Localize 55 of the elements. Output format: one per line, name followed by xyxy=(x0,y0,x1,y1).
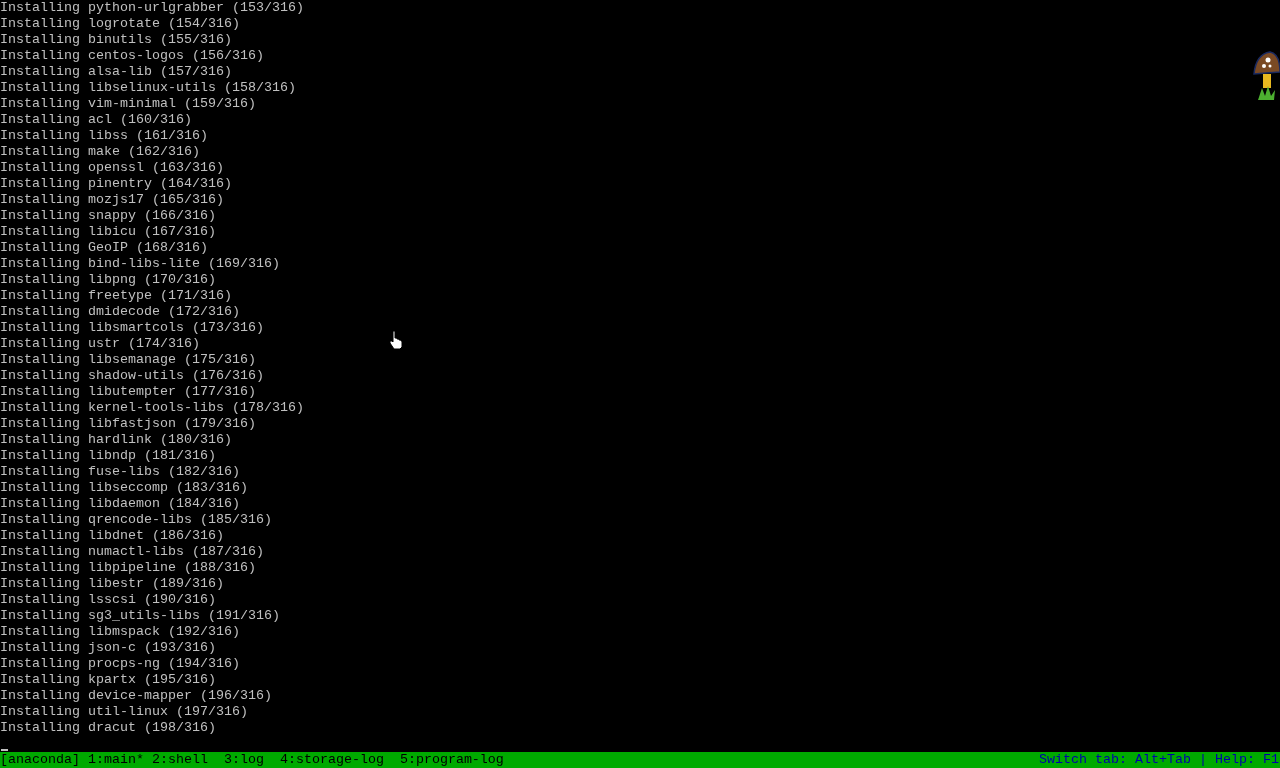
hand-cursor-icon xyxy=(389,330,403,350)
terminal-line: Installing numactl-libs (187/316) xyxy=(0,544,264,560)
terminal-line: Installing mozjs17 (165/316) xyxy=(0,192,224,208)
terminal-line: Installing bind-libs-lite (169/316) xyxy=(0,256,280,272)
terminal-line: Installing libdnet (186/316) xyxy=(0,528,224,544)
terminal-line: Installing pinentry (164/316) xyxy=(0,176,232,192)
window-tab[interactable]: 2:shell xyxy=(151,752,208,768)
terminal-line: Installing fuse-libs (182/316) xyxy=(0,464,240,480)
terminal-line: Installing libss (161/316) xyxy=(0,128,208,144)
terminal-line: Installing GeoIP (168/316) xyxy=(0,240,208,256)
terminal-line: Installing dracut (198/316) xyxy=(0,720,216,736)
terminal-line: Installing util-linux (197/316) xyxy=(0,704,248,720)
terminal-line: Installing libutempter (177/316) xyxy=(0,384,256,400)
terminal-line: Installing acl (160/316) xyxy=(0,112,192,128)
terminal-line: Installing libfastjson (179/316) xyxy=(0,416,256,432)
terminal-line: Installing libpipeline (188/316) xyxy=(0,560,256,576)
terminal-line: Installing libmspack (192/316) xyxy=(0,624,240,640)
text-cursor xyxy=(1,749,8,751)
window-tab[interactable]: 3:log xyxy=(223,752,264,768)
terminal-line: Installing openssl (163/316) xyxy=(0,160,224,176)
terminal-line: Installing libsmartcols (173/316) xyxy=(0,320,264,336)
terminal-line: Installing libpng (170/316) xyxy=(0,272,216,288)
terminal-line: Installing qrencode-libs (185/316) xyxy=(0,512,272,528)
terminal-line: Installing device-mapper (196/316) xyxy=(0,688,272,704)
terminal-line: Installing procps-ng (194/316) xyxy=(0,656,240,672)
terminal-line: Installing kpartx (195/316) xyxy=(0,672,216,688)
terminal-line: Installing libselinux-utils (158/316) xyxy=(0,80,296,96)
terminal-line: Installing centos-logos (156/316) xyxy=(0,48,264,64)
help-text: Switch tab: Alt+Tab | Help: F1 xyxy=(1039,752,1280,768)
terminal-line: Installing lsscsi (190/316) xyxy=(0,592,216,608)
window-tab[interactable]: 5:program-log xyxy=(399,752,504,768)
terminal-line: Installing libseccomp (183/316) xyxy=(0,480,248,496)
window-tab[interactable]: 1:main* xyxy=(87,752,144,768)
terminal-line: Installing alsa-lib (157/316) xyxy=(0,64,232,80)
terminal-line: Installing kernel-tools-libs (178/316) xyxy=(0,400,304,416)
terminal-line: Installing json-c (193/316) xyxy=(0,640,216,656)
terminal-line: Installing snappy (166/316) xyxy=(0,208,216,224)
terminal-line: Installing logrotate (154/316) xyxy=(0,16,240,32)
terminal-line: Installing freetype (171/316) xyxy=(0,288,232,304)
terminal-line: Installing libicu (167/316) xyxy=(0,224,216,240)
terminal-line: Installing hardlink (180/316) xyxy=(0,432,232,448)
terminal-line: Installing python-urlgrabber (153/316) xyxy=(0,0,304,16)
terminal-line: Installing libdaemon (184/316) xyxy=(0,496,240,512)
terminal-line: Installing ustr (174/316) xyxy=(0,336,200,352)
terminal-line: Installing dmidecode (172/316) xyxy=(0,304,240,320)
window-tab[interactable]: 4:storage-log xyxy=(279,752,384,768)
terminal-line: Installing sg3_utils-libs (191/316) xyxy=(0,608,280,624)
terminal-line: Installing vim-minimal (159/316) xyxy=(0,96,256,112)
terminal-line: Installing libestr (189/316) xyxy=(0,576,224,592)
session-label: [anaconda] xyxy=(0,752,80,768)
terminal-line: Installing libndp (181/316) xyxy=(0,448,216,464)
terminal-line: Installing shadow-utils (176/316) xyxy=(0,368,264,384)
terminal-line: Installing binutils (155/316) xyxy=(0,32,232,48)
terminal-line: Installing libsemanage (175/316) xyxy=(0,352,256,368)
terminal-line: Installing make (162/316) xyxy=(0,144,200,160)
